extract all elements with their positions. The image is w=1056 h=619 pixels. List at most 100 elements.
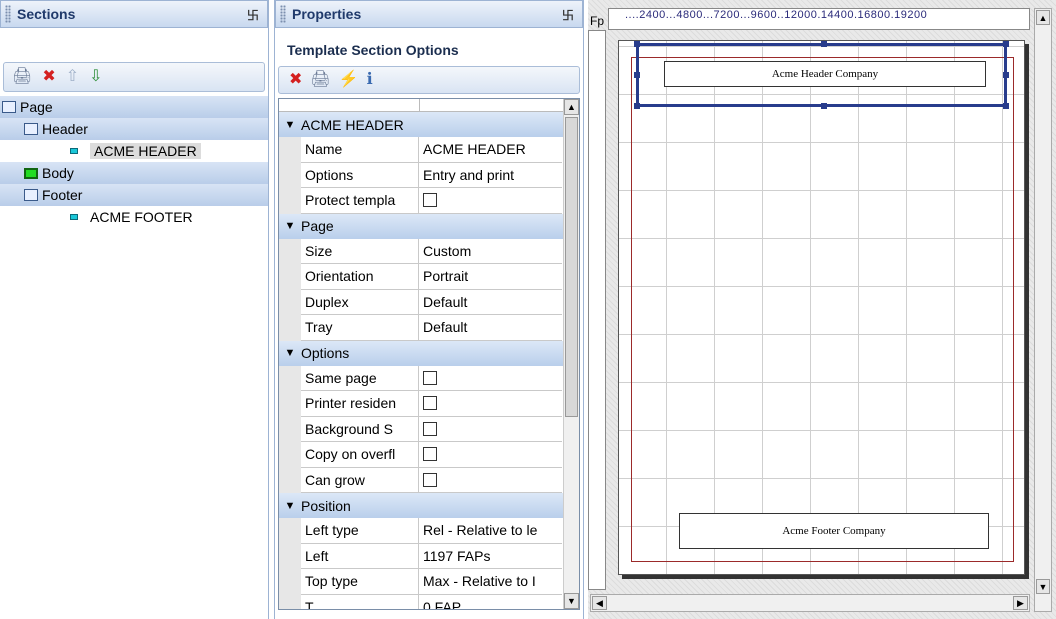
body-icon bbox=[24, 167, 38, 179]
resize-handle[interactable] bbox=[634, 41, 640, 47]
tree-item-label: ACME FOOTER bbox=[90, 209, 193, 225]
canvas-vertical-scrollbar[interactable]: ▲ ▼ bbox=[1034, 8, 1052, 612]
page-preview[interactable]: Acme Header Company Acme Footer Company bbox=[618, 40, 1025, 575]
property-category[interactable]: ▼ Page bbox=[279, 213, 579, 239]
property-checkbox[interactable] bbox=[423, 472, 437, 487]
property-grid-scrollbar[interactable]: ▲ ▼ bbox=[563, 99, 579, 609]
collapse-triangle-icon[interactable]: ▼ bbox=[279, 500, 301, 512]
arrow-up-icon[interactable]: ⇧ bbox=[66, 69, 79, 85]
lightning-icon[interactable]: ⚡ bbox=[339, 72, 359, 88]
properties-pane-title: Properties bbox=[292, 6, 362, 22]
drag-grip-icon[interactable] bbox=[280, 5, 286, 23]
property-value[interactable]: Entry and print bbox=[419, 163, 562, 188]
property-category[interactable]: ▼ Position bbox=[279, 493, 579, 518]
property-row[interactable]: Protect templa bbox=[279, 188, 579, 214]
property-row[interactable]: Printer residen bbox=[279, 391, 579, 417]
property-checkbox[interactable] bbox=[423, 421, 437, 436]
properties-pane: Properties ࿕ Template Section Options ✖ 🖨… bbox=[274, 0, 584, 619]
resize-handle[interactable] bbox=[1003, 103, 1009, 109]
property-value[interactable]: Portrait bbox=[419, 264, 562, 290]
tree-item-footer[interactable]: Footer bbox=[0, 184, 268, 206]
property-row[interactable]: Left 1197 FAPs bbox=[279, 543, 579, 569]
property-value[interactable]: Max - Relative to I bbox=[419, 569, 562, 595]
canvas-horizontal-scrollbar[interactable]: ◀ ▶ bbox=[590, 594, 1030, 612]
resize-handle[interactable] bbox=[1003, 41, 1009, 47]
property-value[interactable]: 0 FAP bbox=[419, 595, 562, 609]
print-icon[interactable]: 🖨 bbox=[310, 72, 330, 88]
property-value[interactable]: ACME HEADER bbox=[419, 137, 562, 163]
property-row[interactable]: T0 FAP bbox=[279, 594, 579, 609]
tree-item-body[interactable]: Body bbox=[0, 162, 268, 184]
row-gutter bbox=[279, 238, 301, 264]
arrow-down-icon[interactable]: ⇩ bbox=[89, 69, 102, 85]
footer-text-field[interactable]: Acme Footer Company bbox=[679, 513, 989, 549]
property-value[interactable] bbox=[419, 417, 562, 442]
property-row[interactable]: Same page bbox=[279, 365, 579, 391]
property-checkbox[interactable] bbox=[423, 396, 437, 411]
header-section-selection[interactable]: Acme Header Company bbox=[634, 41, 1009, 109]
scroll-right-arrow-icon[interactable]: ▶ bbox=[1013, 596, 1028, 610]
property-checkbox[interactable] bbox=[423, 193, 437, 208]
section-icon bbox=[70, 214, 78, 220]
tree-item-acme-footer[interactable]: ACME FOOTER bbox=[0, 206, 268, 228]
resize-handle[interactable] bbox=[821, 41, 827, 47]
property-checkbox[interactable] bbox=[423, 370, 437, 385]
scroll-up-arrow-icon[interactable]: ▲ bbox=[564, 99, 579, 115]
delete-icon[interactable]: ✖ bbox=[289, 72, 302, 88]
property-row[interactable]: Name ACME HEADER bbox=[279, 137, 579, 163]
property-row[interactable]: Options Entry and print bbox=[279, 162, 579, 188]
property-value[interactable] bbox=[419, 366, 562, 391]
row-gutter bbox=[279, 289, 301, 315]
collapse-triangle-icon[interactable]: ▼ bbox=[279, 220, 301, 232]
property-value[interactable] bbox=[419, 391, 562, 417]
property-value[interactable]: Default bbox=[419, 315, 562, 341]
property-value[interactable]: Default bbox=[419, 290, 562, 315]
property-value[interactable]: Custom bbox=[419, 239, 562, 264]
property-row[interactable]: Can grow bbox=[279, 467, 579, 493]
scroll-left-arrow-icon[interactable]: ◀ bbox=[592, 596, 607, 610]
scroll-down-arrow-icon[interactable]: ▼ bbox=[564, 593, 579, 609]
help-icon[interactable]: ℹ bbox=[367, 72, 373, 88]
tree-item-label: Footer bbox=[42, 187, 83, 203]
print-icon[interactable]: 🖨 bbox=[12, 69, 32, 85]
pin-icon[interactable]: ࿕ bbox=[562, 7, 574, 25]
property-row[interactable]: Background S bbox=[279, 416, 579, 442]
property-row[interactable]: Top type Max - Relative to I bbox=[279, 569, 579, 595]
header-text-field[interactable]: Acme Header Company bbox=[664, 61, 986, 87]
resize-handle[interactable] bbox=[1003, 72, 1009, 78]
row-gutter bbox=[279, 569, 301, 595]
collapse-triangle-icon[interactable]: ▼ bbox=[279, 347, 301, 359]
scroll-thumb[interactable] bbox=[565, 117, 578, 417]
tree-item-acme-header[interactable]: ACME HEADER bbox=[0, 140, 268, 162]
property-value[interactable] bbox=[419, 442, 562, 468]
property-checkbox[interactable] bbox=[423, 447, 437, 462]
scroll-up-arrow-icon[interactable]: ▲ bbox=[1036, 10, 1050, 25]
drag-grip-icon[interactable] bbox=[5, 5, 11, 23]
property-value[interactable]: Rel - Relative to le bbox=[419, 518, 562, 544]
property-row[interactable]: Left type Rel - Relative to le bbox=[279, 518, 579, 544]
tree-item-page[interactable]: Page bbox=[0, 96, 268, 118]
property-row[interactable]: Orientation Portrait bbox=[279, 264, 579, 290]
property-name: Protect templa bbox=[301, 188, 419, 214]
resize-handle[interactable] bbox=[634, 72, 640, 78]
property-name: T bbox=[301, 594, 419, 609]
property-value[interactable] bbox=[419, 468, 562, 493]
property-value[interactable] bbox=[419, 188, 562, 214]
property-category[interactable]: ▼ Options bbox=[279, 340, 579, 366]
sections-toolbar: 🖨 ✖ ⇧ ⇩ bbox=[3, 62, 265, 92]
pin-icon[interactable]: ࿕ bbox=[247, 7, 259, 25]
scroll-down-arrow-icon[interactable]: ▼ bbox=[1036, 579, 1050, 594]
page-margin-box bbox=[631, 57, 1014, 562]
resize-handle[interactable] bbox=[634, 103, 640, 109]
property-row[interactable]: Tray Default bbox=[279, 315, 579, 341]
delete-icon[interactable]: ✖ bbox=[42, 69, 55, 85]
property-row[interactable]: Size Custom bbox=[279, 238, 579, 264]
collapse-triangle-icon[interactable]: ▼ bbox=[279, 119, 301, 131]
property-value[interactable]: 1197 FAPs bbox=[419, 544, 562, 569]
page-icon bbox=[2, 101, 16, 113]
resize-handle[interactable] bbox=[821, 103, 827, 109]
tree-item-header[interactable]: Header bbox=[0, 118, 268, 140]
property-row[interactable]: Duplex Default bbox=[279, 289, 579, 315]
property-row[interactable]: Copy on overfl bbox=[279, 442, 579, 468]
property-category[interactable]: ▼ ACME HEADER bbox=[279, 112, 579, 137]
